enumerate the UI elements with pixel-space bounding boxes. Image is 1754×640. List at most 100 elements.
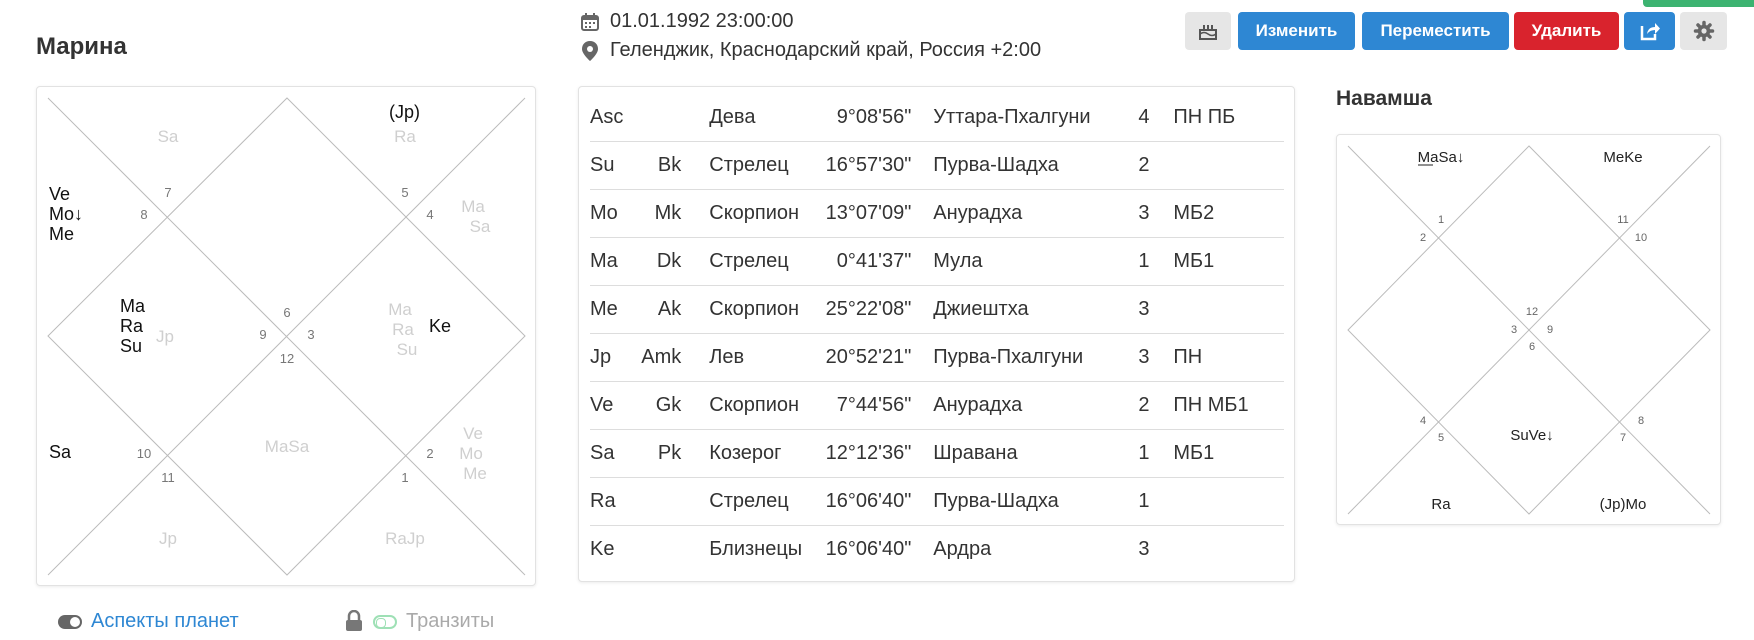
house-number: 4 bbox=[426, 207, 433, 222]
house-number: 1 bbox=[401, 470, 408, 485]
cell-status bbox=[1173, 526, 1284, 574]
house-number: 11 bbox=[1617, 214, 1628, 226]
cell-sign: Близнецы bbox=[709, 538, 803, 560]
cell-karaka: Mk bbox=[641, 189, 698, 238]
cell-degree: 12°12'36" bbox=[813, 429, 934, 478]
planet-label-grey: Ra bbox=[394, 127, 416, 146]
cell-status: ПН МБ1 bbox=[1173, 381, 1284, 430]
cell-planet: Ra bbox=[590, 477, 642, 526]
cell-sign: Стрелец bbox=[697, 237, 814, 286]
table-row: Mo Mk Скорпион 13°07'09" Анурадха 3 МБ2 bbox=[590, 189, 1284, 238]
house-number: 6 bbox=[1529, 341, 1535, 353]
house-number: 5 bbox=[401, 185, 408, 200]
calendar-icon bbox=[581, 12, 599, 31]
table-row: Me Ak Скорпион 25°22'08" Джиештха 3 bbox=[590, 285, 1284, 334]
table-row: Ve Gk Скорпион 7°44'56" Анурадха 2 ПН МБ1 bbox=[590, 381, 1284, 430]
house-number: 2 bbox=[1420, 232, 1426, 244]
navamsha-title: Навамша bbox=[1336, 87, 1432, 110]
lock-icon bbox=[346, 610, 362, 631]
rasi-chart: 7 8 5 4 6 9 3 12 10 11 2 1 Sa Ra Ma Sa J… bbox=[47, 97, 526, 576]
planet-label-grey: Ma bbox=[388, 300, 412, 319]
datetime-row: 01.01.1992 23:00:00 bbox=[580, 10, 794, 33]
planet-label-grey: Mo bbox=[459, 444, 483, 463]
table-row: Asc Дева 9°08'56" Уттара-Пхалгуни 4 ПН ПБ bbox=[590, 94, 1284, 142]
planet-label: (Jp) bbox=[389, 102, 420, 122]
house-number: 5 bbox=[1438, 432, 1444, 444]
settings-button[interactable] bbox=[1680, 12, 1727, 50]
cell-nakshatra: Пурва-Шадха bbox=[933, 141, 1139, 190]
share-button[interactable] bbox=[1624, 12, 1675, 50]
table-row: Ra Стрелец 16°06'40" Пурва-Шадха 1 bbox=[590, 477, 1284, 526]
aspects-link[interactable]: Аспекты планет bbox=[91, 610, 239, 633]
cell-status: ПН ПБ bbox=[1173, 94, 1284, 142]
planet-label: Ve bbox=[49, 184, 70, 204]
cell-degree: 16°06'40" bbox=[825, 538, 912, 560]
delete-button[interactable]: Удалить bbox=[1514, 12, 1619, 50]
table-row: Ma Dk Стрелец 0°41'37" Мула 1 МБ1 bbox=[590, 237, 1284, 286]
house-number: 12 bbox=[280, 351, 294, 366]
cell-karaka: Bk bbox=[641, 141, 698, 190]
cell-sign: Скорпион bbox=[697, 285, 814, 334]
cell-pada: 1 bbox=[1138, 477, 1174, 526]
cell-nakshatra: Ардра bbox=[933, 538, 992, 560]
cell-pada: 3 bbox=[1138, 333, 1174, 382]
house-number: 3 bbox=[307, 327, 314, 342]
planet-label-grey: Me bbox=[463, 464, 487, 483]
house-number: 8 bbox=[1638, 415, 1644, 427]
cell-pada: 2 bbox=[1138, 141, 1174, 190]
cell-status bbox=[1173, 285, 1284, 334]
cell-karaka bbox=[641, 94, 698, 142]
planet-label: Me bbox=[49, 224, 74, 244]
house-number: 3 bbox=[1511, 324, 1517, 336]
house-number: 10 bbox=[1635, 232, 1647, 244]
corner-badge bbox=[1643, 0, 1754, 7]
edit-button[interactable]: Изменить bbox=[1238, 12, 1355, 50]
table-row: Ke Близнецы 16°06'40" Ардра 3 bbox=[590, 526, 1284, 574]
table-row: Jp Amk Лев 20°52'21" Пурва-Пхалгуни 3 ПН bbox=[590, 333, 1284, 382]
house-number: 7 bbox=[1620, 432, 1626, 444]
house-number: 7 bbox=[164, 185, 171, 200]
move-button[interactable]: Переместить bbox=[1362, 12, 1509, 50]
planet-label: Ke bbox=[429, 316, 451, 336]
cell-karaka: Dk bbox=[641, 237, 698, 286]
planet-label-grey: Jp bbox=[156, 327, 174, 346]
planet-label: Ra bbox=[1431, 496, 1451, 513]
cell-karaka: Gk bbox=[641, 381, 698, 430]
cell-pada: 3 bbox=[1138, 285, 1174, 334]
planet-label-grey: Ve bbox=[463, 424, 483, 443]
planet-label: Mo↓ bbox=[49, 204, 83, 224]
house-number: 10 bbox=[137, 446, 151, 461]
planet-label: Ra bbox=[120, 316, 144, 336]
aspects-toggle[interactable] bbox=[58, 615, 82, 629]
house-number: 12 bbox=[1526, 306, 1538, 318]
cell-planet: Jp bbox=[590, 333, 642, 382]
cell-status bbox=[1173, 477, 1284, 526]
cell-sign: Скорпион bbox=[697, 189, 814, 238]
cell-karaka bbox=[641, 477, 698, 526]
cell-nakshatra: Анурадха bbox=[933, 381, 1139, 430]
cell-pada: 4 bbox=[1138, 94, 1174, 142]
planet-label-grey: Sa bbox=[158, 127, 179, 146]
cell-nakshatra: Уттара-Пхалгуни bbox=[933, 94, 1139, 142]
cell-pada: 3 bbox=[1138, 538, 1150, 560]
planet-label: MaSa↓ bbox=[1418, 149, 1465, 166]
cell-pada: 1 bbox=[1138, 429, 1174, 478]
positions-card: Asc Дева 9°08'56" Уттара-Пхалгуни 4 ПН ПБ Su Bk… bbox=[578, 86, 1295, 582]
transits-toggle[interactable] bbox=[373, 615, 397, 629]
person-name: Марина bbox=[36, 33, 127, 60]
gear-icon bbox=[1693, 20, 1714, 42]
cell-planet: Mo bbox=[590, 189, 642, 238]
cell-karaka: Ak bbox=[641, 285, 698, 334]
cake-button[interactable] bbox=[1185, 12, 1231, 50]
cell-karaka: Pk bbox=[641, 429, 698, 478]
cell-sign: Стрелец bbox=[697, 477, 814, 526]
planet-label: (Jp)Mo bbox=[1600, 496, 1647, 513]
cell-nakshatra: Пурва-Пхалгуни bbox=[933, 333, 1139, 382]
cell-degree: 0°41'37" bbox=[813, 237, 934, 286]
house-number: 11 bbox=[161, 470, 175, 485]
cell-sign: Козерог bbox=[697, 429, 814, 478]
cell-status bbox=[1173, 141, 1284, 190]
house-number: 4 bbox=[1420, 415, 1426, 427]
table-row: Sa Pk Козерог 12°12'36" Шравана 1 МБ1 bbox=[590, 429, 1284, 478]
planet-label-grey: MaSa bbox=[265, 437, 310, 456]
